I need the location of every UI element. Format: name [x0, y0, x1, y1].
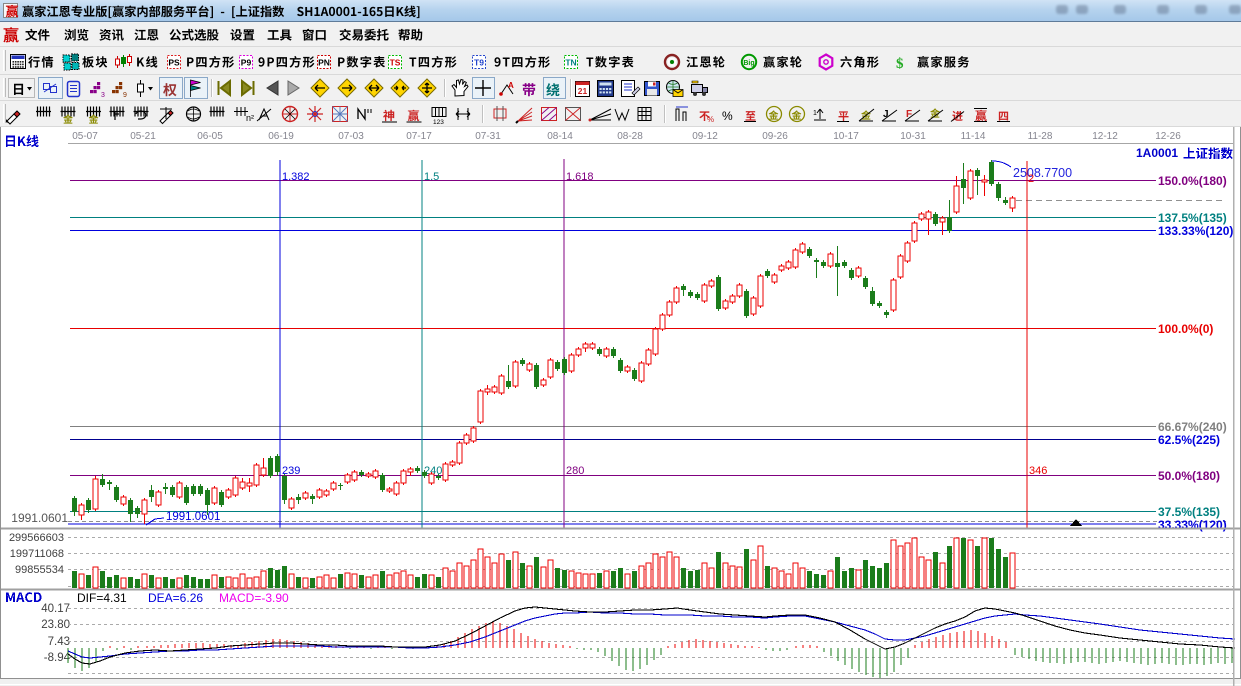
svg-text:150.0%(180): 150.0%(180) [1158, 174, 1227, 188]
svg-text:62.5%(225): 62.5%(225) [1158, 433, 1220, 447]
svg-text:08-28: 08-28 [617, 131, 643, 142]
svg-text:1991.0601: 1991.0601 [11, 511, 68, 525]
svg-text:23.80: 23.80 [41, 619, 70, 631]
svg-text:37.5%(135): 37.5%(135) [1158, 505, 1220, 519]
svg-text:$: $ [896, 56, 904, 72]
svg-text:1A0001: 1A0001 [1136, 146, 1178, 160]
svg-text:10-31: 10-31 [900, 131, 926, 142]
svg-text:50.0%(180): 50.0%(180) [1158, 469, 1220, 483]
svg-text:299566603: 299566603 [9, 532, 64, 544]
svg-text:1: 1 [813, 110, 817, 117]
svg-text:1991.0601: 1991.0601 [166, 511, 220, 523]
svg-text:05-07: 05-07 [72, 131, 98, 142]
svg-text:Big: Big [743, 60, 754, 67]
svg-text:07-17: 07-17 [406, 131, 432, 142]
svg-text:3: 3 [101, 92, 105, 99]
svg-text:05-21: 05-21 [130, 131, 156, 142]
svg-text:TN: TN [565, 58, 576, 68]
svg-text:199711068: 199711068 [10, 548, 64, 560]
svg-text:100.0%(0): 100.0%(0) [1158, 322, 1213, 336]
svg-text:12-26: 12-26 [1155, 131, 1181, 142]
svg-text:66.67%(240): 66.67%(240) [1158, 420, 1227, 434]
svg-text:%: % [722, 109, 733, 123]
svg-text:1.5: 1.5 [424, 171, 439, 183]
svg-text:2508.7700: 2508.7700 [1013, 166, 1072, 180]
svg-text:99855534: 99855534 [15, 564, 64, 576]
svg-text:33.33%(120): 33.33%(120) [1158, 518, 1227, 532]
svg-text:DEA=6.26: DEA=6.26 [148, 591, 203, 605]
svg-text:T9: T9 [474, 58, 484, 68]
svg-text:123: 123 [433, 119, 444, 126]
svg-text:346: 346 [1029, 465, 1047, 477]
svg-text:-8.94: -8.94 [44, 652, 71, 664]
svg-text:280: 280 [566, 465, 584, 477]
svg-text:11-14: 11-14 [961, 131, 986, 142]
svg-text:PS: PS [168, 58, 180, 68]
svg-text:133.33%(120): 133.33%(120) [1158, 224, 1233, 238]
svg-text:n²: n² [246, 113, 254, 123]
svg-text:P9: P9 [241, 58, 252, 68]
svg-text:7.43: 7.43 [48, 636, 70, 648]
svg-text:12-12: 12-12 [1092, 131, 1118, 142]
svg-text:06-19: 06-19 [268, 131, 294, 142]
svg-text:PN: PN [318, 58, 330, 68]
svg-text:07-31: 07-31 [475, 131, 501, 142]
svg-text:09-26: 09-26 [762, 131, 788, 142]
svg-text:09-12: 09-12 [692, 131, 718, 142]
svg-text:MACD=-3.90: MACD=-3.90 [219, 591, 289, 605]
svg-text:11-28: 11-28 [1028, 131, 1053, 142]
svg-text:40.17: 40.17 [41, 603, 70, 615]
svg-text:2: 2 [1028, 173, 1034, 185]
svg-text:%: % [707, 115, 714, 124]
svg-text:21: 21 [578, 86, 588, 96]
svg-text:137.5%(135): 137.5%(135) [1158, 211, 1227, 225]
svg-text:DIF=4.31: DIF=4.31 [77, 591, 127, 605]
svg-text:06-05: 06-05 [197, 131, 223, 142]
svg-text:1.382: 1.382 [282, 171, 310, 183]
svg-text:10-17: 10-17 [833, 131, 859, 142]
svg-text:08-14: 08-14 [547, 131, 573, 142]
svg-text:9: 9 [123, 92, 127, 99]
svg-text:07-03: 07-03 [338, 131, 364, 142]
svg-text:1.618: 1.618 [566, 171, 594, 183]
svg-text:TS: TS [390, 58, 401, 68]
svg-text:A: A [508, 81, 514, 90]
